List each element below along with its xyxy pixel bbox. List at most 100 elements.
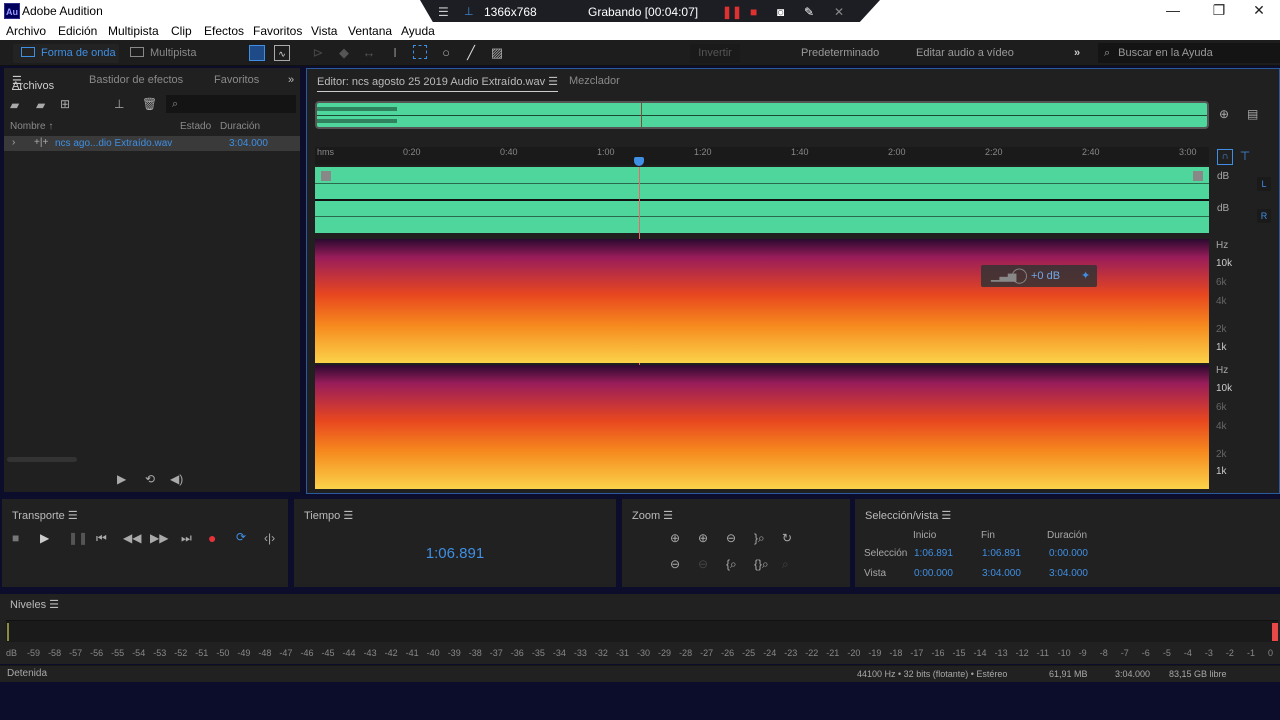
menu-ventana[interactable]: Ventana [348,24,392,38]
zoom-out-time-icon[interactable]: ⊖ [698,557,708,571]
files-search-input[interactable]: ⌕ [166,95,296,113]
zoom-in-time-icon[interactable]: ⊕ [698,531,708,545]
column-status[interactable]: Estado [180,121,211,132]
fast-forward-icon[interactable]: ▶▶ [150,531,168,545]
tab-favoritos[interactable]: Favoritos [214,74,259,86]
horizontal-scrollbar[interactable] [7,457,77,462]
loop-icon[interactable]: ⟳ [236,530,246,544]
recorder-close-icon[interactable]: ✕ [834,5,844,19]
delete-icon[interactable]: 🗑 [142,97,157,111]
close-button[interactable]: ✕ [1236,0,1280,22]
menu-multipista[interactable]: Multipista [108,24,159,38]
clip-indicator[interactable] [1272,623,1278,641]
record-icon[interactable]: ● [208,530,216,546]
skip-selection-icon[interactable]: ‹|› [264,531,275,545]
open-folder-icon[interactable]: ▰ [10,98,19,112]
fade-out-handle[interactable] [1193,171,1203,181]
channel-l-toggle[interactable]: L [1257,177,1271,191]
workspace-default[interactable]: Predeterminado [801,44,879,63]
zoom-out-amplitude-icon[interactable]: ⊖ [670,557,680,571]
hud-gain[interactable]: ▁▃▅ ◯ +0 dB ✦ [981,265,1097,287]
waveform-view-button[interactable]: Forma de onda [13,44,119,63]
pen-icon[interactable]: ✎ [804,5,814,19]
play-icon[interactable]: ▶ [40,531,49,545]
go-to-end-icon[interactable]: ⏭ [181,531,192,546]
show-waveform-icon[interactable] [249,45,265,61]
marker-icon[interactable]: ⊤ [1237,149,1253,165]
time-ruler[interactable]: hms 0:20 0:40 1:00 1:20 1:40 2:00 2:20 2… [315,147,1209,165]
go-to-start-icon[interactable]: ⏮ [96,531,107,546]
spot-healing-tool-icon[interactable]: ▨ [489,45,505,61]
menu-archivo[interactable]: Archivo [6,24,46,38]
zoom-to-selection-icon[interactable]: {⌕ [726,557,737,572]
waveform-display[interactable] [315,167,1209,233]
workspace-edit-video[interactable]: Editar audio a vídeo [916,44,1014,63]
file-row[interactable]: › +|+ ncs ago...dio Extraído.wav 3:04.00… [4,136,300,151]
camera-icon[interactable]: ◙ [777,5,784,19]
preview-loop-icon[interactable]: ⟲ [145,472,155,486]
rewind-icon[interactable]: ◀◀ [123,531,141,545]
view-end[interactable]: 3:04.000 [982,568,1021,579]
pause-icon[interactable]: ❚❚ [722,5,742,19]
stop-icon[interactable]: ■ [750,5,757,19]
zoom-amplitude-reset-icon[interactable]: ⌕ [782,557,789,572]
tab-editor[interactable]: Editor: ncs agosto 25 2019 Audio Extraíd… [317,75,559,92]
menu-efectos[interactable]: Efectos [204,24,244,38]
show-spectral-icon[interactable]: ∿ [274,45,290,61]
menu-ayuda[interactable]: Ayuda [401,24,435,38]
multitrack-view-button[interactable]: Multipista [122,44,208,63]
column-name[interactable]: Nombre ↑ [10,121,53,132]
tab-archivos[interactable]: Archivos ☰ [12,74,54,92]
zoom-navigator-icon[interactable]: ⊕ [1219,107,1229,121]
recorder-menu-icon[interactable]: ☰ [438,5,449,19]
stop-icon[interactable]: ■ [12,531,19,545]
expand-icon[interactable]: › [12,137,15,148]
selection-duration[interactable]: 0:00.000 [1049,548,1088,559]
zoom-in-point-icon[interactable]: }⌕ [754,531,765,546]
spectral-display-left[interactable] [315,239,1209,363]
new-file-icon[interactable]: ⊞ [60,97,70,111]
insert-icon[interactable]: ⊥ [114,97,124,111]
gain-knob-icon[interactable]: ◯ [1011,265,1028,287]
zoom-in-amplitude-icon[interactable]: ⊕ [670,531,680,545]
pin-icon[interactable]: ⊥ [464,5,474,18]
menu-favoritos[interactable]: Favoritos [253,24,302,38]
view-duration[interactable]: 3:04.000 [1049,568,1088,579]
import-icon[interactable]: ▰ [36,98,45,112]
brush-tool-icon[interactable]: ╱ [463,45,479,61]
selection-start[interactable]: 1:06.891 [914,548,953,559]
razor-tool-icon[interactable]: ◆ [336,45,352,61]
move-tool-icon[interactable]: ⊳ [310,45,326,61]
zoom-selection-icon[interactable]: {}⌕ [754,557,769,572]
autoplay-icon[interactable]: ◀) [170,472,183,486]
time-display[interactable]: 1:06.891 [294,545,616,562]
spectral-display-right[interactable] [315,365,1209,489]
preview-play-icon[interactable]: ▶ [117,472,126,486]
fade-in-handle[interactable] [321,171,331,181]
snap-icon[interactable]: ∩ [1217,149,1233,165]
hud-pin-icon[interactable]: ✦ [1081,265,1090,287]
lasso-tool-icon[interactable]: ○ [438,45,454,61]
more-workspaces-button[interactable]: » [1074,44,1080,63]
column-duration[interactable]: Duración [220,121,260,132]
menu-edicion[interactable]: Edición [58,24,97,38]
menu-clip[interactable]: Clip [171,24,192,38]
time-selection-tool-icon[interactable]: I [387,45,403,61]
tab-mixer[interactable]: Mezclador [569,75,620,87]
marquee-tool-icon[interactable] [413,45,427,59]
tab-bastidor-efectos[interactable]: Bastidor de efectos [89,74,183,86]
view-start[interactable]: 0:00.000 [914,568,953,579]
help-search-input[interactable]: ⌕ Buscar en la Ayuda [1098,43,1280,63]
channel-r-toggle[interactable]: R [1257,209,1271,223]
menu-vista[interactable]: Vista [311,24,337,38]
zoom-reset-icon[interactable]: ↻ [782,531,792,545]
slip-tool-icon[interactable]: ↔ [361,45,377,61]
pause-icon[interactable]: ❚❚ [68,531,88,545]
minimize-button[interactable]: — [1150,0,1196,22]
invert-button[interactable]: Invertir [690,44,740,63]
selection-end[interactable]: 1:06.891 [982,548,1021,559]
panel-options-icon[interactable]: ▤ [1247,107,1258,121]
panel-overflow-icon[interactable]: » [288,74,294,86]
overview-navigator[interactable] [315,101,1209,129]
zoom-out-full-icon[interactable]: ⊖ [726,531,736,545]
